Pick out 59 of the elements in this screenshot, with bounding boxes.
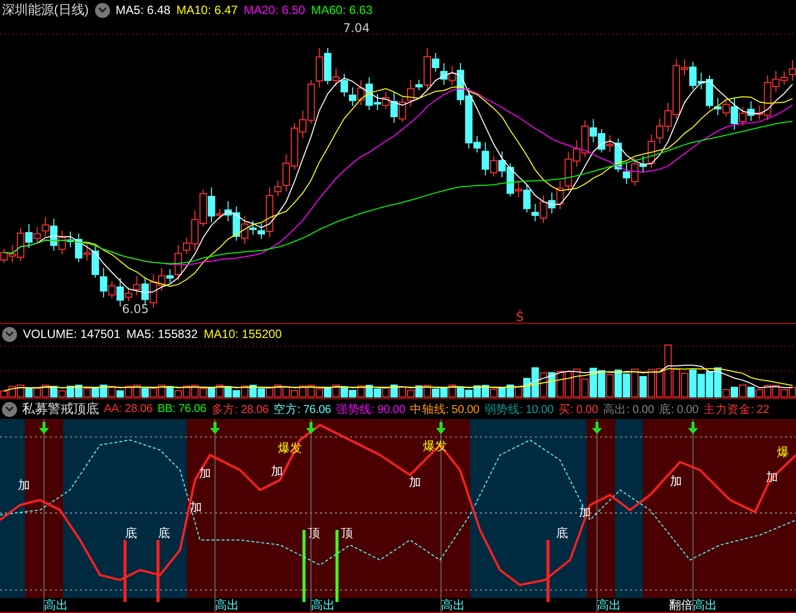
bottom-signal-label: 底 — [556, 526, 568, 540]
add-signal-label: 加 — [18, 478, 30, 492]
burst-signal-label: 爆 — [777, 445, 789, 459]
chart-title: 深圳能源(日线) — [2, 1, 89, 19]
legend-value: 买: 0.00 — [558, 402, 598, 416]
bottom-signal-label: 底 — [158, 526, 170, 540]
top-signal-label: 顶 — [308, 526, 320, 540]
legend-value: MA5: 155832 — [126, 327, 198, 341]
down-arrow-icon — [688, 422, 698, 434]
high-signal-label: 高出 — [693, 598, 717, 612]
signal-bar — [336, 530, 338, 602]
legend-value: MA5: 6.48 — [116, 3, 170, 17]
legend-value: MA10: 155200 — [204, 327, 282, 341]
high-signal-label: 高出 — [44, 598, 68, 612]
add-signal-label: 加 — [199, 466, 211, 480]
bottom-signal-label: 底 — [125, 526, 137, 540]
high-signal-label: 高出 — [441, 598, 465, 612]
signal-bar — [302, 530, 306, 602]
low-price-label: 6.05 — [122, 302, 149, 316]
legend-value: 多方: 28.06 — [211, 402, 269, 416]
high-signal-label: 高出 — [597, 598, 621, 612]
collapse-toggle-button[interactable] — [2, 326, 17, 342]
legend-value: BB: 76.06 — [158, 403, 206, 415]
down-arrow-icon — [210, 422, 220, 434]
add-signal-label: 加 — [271, 464, 283, 478]
top-signal-label: 顶 — [341, 526, 353, 540]
legend-value: 底: 0.00 — [659, 402, 698, 416]
high-signal-label: 高出 — [215, 598, 239, 612]
down-arrow-icon — [436, 422, 446, 434]
double-signal-label: 翻倍 — [669, 598, 693, 612]
signal-bar — [124, 540, 126, 602]
legend-value: 强势线: 90.00 — [336, 402, 406, 416]
chevron-down-icon — [5, 331, 14, 337]
legend-value: AA: 28.06 — [104, 403, 153, 415]
chevron-down-icon — [98, 7, 107, 13]
signal-bar — [156, 540, 160, 602]
legend-value: 高出: 0.00 — [602, 402, 654, 416]
legend-value: 弱势线: 10.00 — [484, 402, 554, 416]
chevron-down-icon — [5, 406, 14, 412]
legend-value: 主力资金: 22 — [703, 402, 770, 416]
down-arrow-icon — [592, 422, 602, 434]
legend-value: 中轴线: 50.00 — [410, 402, 480, 416]
add-signal-label: 加 — [409, 475, 421, 489]
add-signal-label: 加 — [670, 474, 682, 488]
legend-value: MA60: 6.63 — [311, 3, 372, 17]
indicator-title: 私募警戒顶底 — [22, 400, 99, 418]
down-arrow-icon — [39, 422, 49, 434]
legend-value: VOLUME: 147501 — [23, 327, 120, 341]
collapse-toggle-button[interactable] — [94, 2, 110, 18]
collapse-toggle-button[interactable] — [2, 402, 17, 416]
signal-mark: Ŝ — [516, 310, 524, 323]
high-signal-label: 高出 — [311, 598, 335, 612]
signal-bar — [546, 540, 550, 602]
legend-value: 空方: 76.06 — [274, 402, 331, 416]
legend-value: MA10: 6.47 — [176, 3, 238, 17]
high-price-label: 7.04 — [343, 21, 370, 35]
legend-value: MA20: 6.50 — [244, 3, 306, 17]
down-arrow-icon — [306, 422, 316, 434]
add-signal-label: 加 — [190, 500, 202, 514]
